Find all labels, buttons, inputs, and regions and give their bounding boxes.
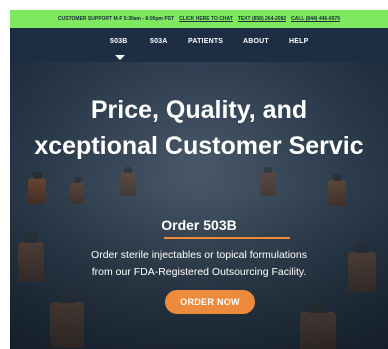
text-phone-link[interactable]: TEXT (858) 264-2082 — [238, 16, 286, 22]
background-vial-image — [50, 291, 84, 348]
support-hours: CUSTOMER SUPPORT M-F 5:30am - 8:00pm PST — [58, 16, 175, 22]
hero-description-line-2: from our FDA-Registered Outsourcing Faci… — [91, 266, 307, 278]
page-frame: CUSTOMER SUPPORT M-F 5:30am - 8:00pm PST… — [10, 10, 388, 349]
support-bar: CUSTOMER SUPPORT M-F 5:30am - 8:00pm PST… — [10, 10, 388, 28]
background-vial-image — [120, 166, 136, 196]
active-indicator-caret-icon — [115, 55, 125, 60]
nav-item-help[interactable]: HELP — [289, 38, 308, 45]
nav-item-patients[interactable]: PATIENTS — [188, 38, 223, 45]
chat-link[interactable]: CLICK HERE TO CHAT — [179, 16, 233, 22]
nav-item-503b[interactable]: 503B — [110, 38, 128, 45]
section-divider — [164, 237, 290, 239]
hero-title-line-2: xceptional Customer Servic — [34, 132, 364, 160]
nav-item-about[interactable]: ABOUT — [243, 38, 269, 45]
nav-item-503a[interactable]: 503A — [150, 38, 168, 45]
background-vial-image — [70, 177, 84, 204]
section-title: Order 503B — [161, 217, 237, 233]
background-vial-image — [260, 166, 276, 196]
background-vial-image — [300, 303, 336, 349]
order-now-button[interactable]: ORDER NOW — [165, 290, 255, 314]
background-vial-image — [328, 174, 346, 206]
hero-title-line-1: Price, Quality, and — [90, 96, 308, 124]
background-vial-image — [28, 172, 46, 204]
call-phone-link[interactable]: CALL (844) 446-6979 — [291, 16, 340, 22]
hero-banner: Price, Quality, and xceptional Customer … — [10, 62, 388, 349]
hero-description-line-1: Order sterile injectables or topical for… — [91, 249, 307, 261]
main-nav: 503B 503A PATIENTS ABOUT HELP — [10, 28, 388, 62]
